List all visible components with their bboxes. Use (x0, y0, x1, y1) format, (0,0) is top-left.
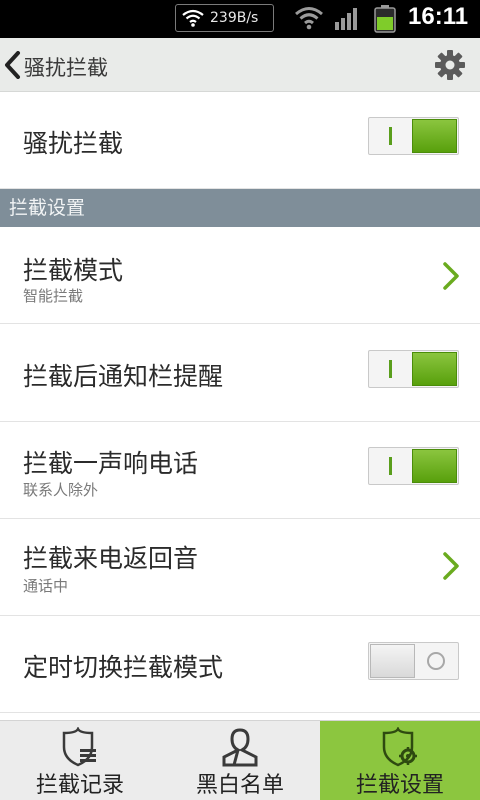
net-speed-text: 239B/s (210, 10, 259, 26)
title-bar: 骚扰拦截 (0, 38, 480, 92)
setting-row-return-tone[interactable]: 拦截来电返回音 通话中 (0, 519, 480, 616)
setting-row-notify[interactable]: 拦截后通知栏提醒 (0, 325, 480, 422)
notify-toggle[interactable] (368, 350, 459, 388)
setting-label: 拦截一声响电话 (23, 449, 199, 478)
toggle-off-mark (427, 652, 445, 670)
toggle-on-mark (389, 457, 392, 475)
setting-row-scheduled-switch[interactable]: 定时切换拦截模式 (0, 616, 480, 713)
tab-intercept-log[interactable]: 拦截记录 (0, 721, 160, 800)
setting-label: 定时切换拦截模式 (23, 653, 224, 682)
bottom-nav: 拦截记录 黑白名单 拦截设置 (0, 720, 480, 800)
tab-label: 黑白名单 (195, 773, 284, 798)
main-intercept-row[interactable]: 骚扰拦截 (0, 92, 480, 189)
setting-sublabel: 联系人除外 (23, 481, 99, 499)
chevron-right-icon (443, 552, 459, 580)
tab-label: 拦截记录 (35, 773, 124, 798)
tab-label: 拦截设置 (355, 773, 444, 798)
shield-gear-icon (382, 727, 417, 767)
tab-intercept-settings[interactable]: 拦截设置 (320, 721, 480, 800)
setting-row-ring-once[interactable]: 拦截一声响电话 联系人除外 (0, 422, 480, 519)
setting-sublabel: 智能拦截 (23, 287, 84, 305)
scheduled-switch-toggle[interactable] (368, 642, 459, 680)
setting-label: 拦截后通知栏提醒 (23, 362, 224, 391)
contact-icon (222, 728, 258, 767)
back-arrow-icon[interactable] (2, 51, 22, 79)
clock: 16:11 (408, 3, 469, 30)
wifi-icon (182, 9, 204, 27)
tab-black-white-list[interactable]: 黑白名单 (160, 721, 320, 800)
page-title: 骚扰拦截 (24, 56, 108, 80)
setting-label: 拦截来电返回音 (23, 544, 199, 573)
toggle-knob (412, 119, 457, 153)
toggle-on-mark (389, 127, 392, 145)
main-intercept-label: 骚扰拦截 (23, 129, 124, 158)
toggle-knob (412, 449, 457, 483)
setting-row-intercept-mode[interactable]: 拦截模式 智能拦截 (0, 227, 480, 324)
gear-icon[interactable] (434, 49, 466, 81)
main-intercept-toggle[interactable] (368, 117, 459, 155)
status-bar: 239B/s 16:11 (0, 0, 480, 38)
chevron-right-icon (443, 262, 459, 290)
cell-signal-icon (335, 8, 357, 30)
toggle-knob (370, 644, 415, 678)
toggle-knob (412, 352, 457, 386)
setting-sublabel: 通话中 (23, 577, 69, 595)
setting-label: 拦截模式 (23, 256, 124, 285)
network-speed-indicator: 239B/s (175, 4, 274, 32)
shield-list-icon (62, 727, 96, 767)
toggle-on-mark (389, 360, 392, 378)
ring-once-toggle[interactable] (368, 447, 459, 485)
section-header: 拦截设置 (0, 189, 480, 227)
battery-icon (374, 5, 396, 33)
wifi-signal-icon (295, 7, 323, 30)
